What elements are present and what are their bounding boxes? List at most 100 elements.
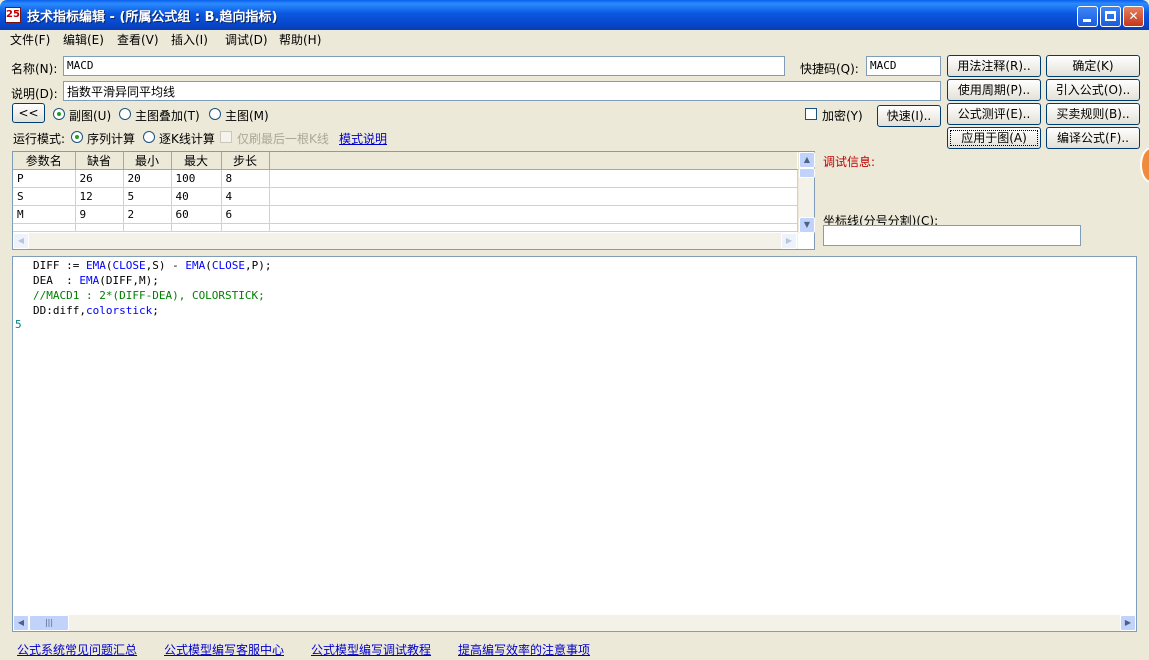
radio-per-bar-calc[interactable]	[143, 131, 155, 143]
menu-view[interactable]: 查看(V)	[117, 31, 159, 48]
footer-link-debug-tutorial[interactable]: 公式模型编写调试教程	[311, 641, 431, 658]
close-button[interactable]: ✕	[1123, 6, 1144, 27]
menu-insert[interactable]: 插入(I)	[171, 31, 208, 48]
editor-horizontal-scrollbar[interactable]: ◀ ||| ▶	[13, 615, 1136, 631]
mode-description-link[interactable]: 模式说明	[339, 130, 387, 147]
scroll-thumb[interactable]: |||	[29, 615, 69, 631]
table-cell[interactable]: M	[13, 205, 76, 224]
side-float-icon[interactable]	[1140, 147, 1149, 183]
usage-notes-button[interactable]: 用法注释(R)..	[947, 55, 1041, 77]
debug-info-label: 调试信息:	[823, 155, 876, 169]
radio-main-overlay-label[interactable]: 主图叠加(T)	[135, 107, 200, 124]
column-header-min[interactable]: 最小	[123, 152, 172, 170]
code-token: CLOSE	[112, 259, 146, 272]
column-header-step[interactable]: 步长	[221, 152, 270, 170]
code-line[interactable]: DIFF := EMA(CLOSE,S) - EMA(CLOSE,P);	[33, 258, 271, 273]
radio-subchart-label[interactable]: 副图(U)	[69, 107, 111, 124]
menu-debug[interactable]: 调试(D)	[225, 31, 268, 48]
table-cell[interactable]: P	[13, 169, 76, 188]
trade-rules-button[interactable]: 买卖规则(B)..	[1046, 103, 1140, 125]
collapse-button[interactable]: <<	[12, 103, 45, 123]
table-cell[interactable]: 9	[75, 205, 124, 224]
column-header-name[interactable]: 参数名	[13, 152, 76, 170]
table-row[interactable]: S 12 5 40 4	[13, 187, 798, 206]
table-horizontal-scrollbar[interactable]: ◀ ▶	[13, 233, 798, 249]
column-header-default[interactable]: 缺省	[75, 152, 124, 170]
radio-sequence-calc-label[interactable]: 序列计算	[87, 130, 135, 147]
encrypt-label[interactable]: 加密(Y)	[822, 107, 863, 124]
table-cell[interactable]: 60	[171, 205, 222, 224]
column-header-max[interactable]: 最大	[171, 152, 222, 170]
code-line[interactable]: //MACD1 : 2*(DIFF-DEA), COLORSTICK;	[33, 288, 265, 303]
table-cell	[221, 223, 270, 232]
table-cell	[269, 205, 798, 224]
radio-subchart[interactable]	[53, 108, 65, 120]
table-row[interactable]: P 26 20 100 8	[13, 169, 798, 188]
ok-button[interactable]: 确定(K)	[1046, 55, 1140, 77]
table-cell[interactable]: 6	[221, 205, 270, 224]
last-bar-only-checkbox	[220, 131, 232, 143]
import-formula-button[interactable]: 引入公式(O)..	[1046, 79, 1140, 101]
description-input[interactable]: 指数平滑异同平均线	[63, 81, 941, 101]
code-token: ,S) -	[145, 259, 186, 272]
table-vertical-scrollbar[interactable]: ▲ ▼	[798, 152, 815, 233]
radio-per-bar-calc-label[interactable]: 逐K线计算	[159, 130, 215, 147]
footer-link-faq[interactable]: 公式系统常见问题汇总	[17, 641, 137, 658]
maximize-button[interactable]	[1100, 6, 1121, 27]
radio-sequence-calc[interactable]	[71, 131, 83, 143]
apply-to-chart-button[interactable]: 应用于图(A)	[947, 127, 1041, 149]
table-cell[interactable]: 12	[75, 187, 124, 206]
table-cell	[75, 223, 124, 232]
scroll-thumb[interactable]	[799, 168, 815, 178]
code-line[interactable]: DEA : EMA(DIFF,M);	[33, 273, 159, 288]
maximize-icon	[1105, 11, 1116, 21]
scroll-left-icon[interactable]: ◀	[13, 615, 29, 631]
radio-main-chart-label[interactable]: 主图(M)	[225, 107, 269, 124]
editor-gutter	[13, 257, 33, 615]
table-cell[interactable]: 2	[123, 205, 172, 224]
coordinate-lines-input[interactable]	[823, 225, 1081, 246]
table-cell[interactable]: 26	[75, 169, 124, 188]
code-token: ,P);	[244, 259, 272, 272]
scroll-right-icon[interactable]: ▶	[781, 233, 797, 249]
hotkey-input[interactable]: MACD	[866, 56, 941, 76]
formula-evaluate-button[interactable]: 公式测评(E)..	[947, 103, 1041, 125]
compile-formula-button[interactable]: 编译公式(F)..	[1046, 127, 1140, 149]
radio-main-chart[interactable]	[209, 108, 221, 120]
table-cell[interactable]: 40	[171, 187, 222, 206]
table-row[interactable]	[13, 223, 798, 232]
menu-edit[interactable]: 编辑(E)	[63, 31, 104, 48]
table-cell	[269, 187, 798, 206]
usage-period-button[interactable]: 使用周期(P)..	[947, 79, 1041, 101]
footer-link-efficiency-tips[interactable]: 提高编写效率的注意事项	[458, 641, 590, 658]
encrypt-checkbox[interactable]	[805, 108, 817, 120]
menu-help[interactable]: 帮助(H)	[279, 31, 321, 48]
scroll-down-icon[interactable]: ▼	[799, 217, 815, 233]
table-cell[interactable]: S	[13, 187, 76, 206]
code-token: ;	[152, 304, 159, 317]
scroll-left-icon[interactable]: ◀	[13, 233, 29, 249]
table-cell[interactable]: 4	[221, 187, 270, 206]
radio-main-overlay[interactable]	[119, 108, 131, 120]
table-cell[interactable]: 100	[171, 169, 222, 188]
last-bar-only-label: 仅刷最后一根K线	[237, 132, 329, 146]
code-token: (DIFF,M);	[99, 274, 159, 287]
run-mode-label: 运行模式:	[13, 132, 66, 146]
code-token: DD:diff,	[33, 304, 86, 317]
quick-button[interactable]: 快速(I)..	[877, 105, 941, 127]
footer-link-support-center[interactable]: 公式模型编写客服中心	[164, 641, 284, 658]
code-line[interactable]: DD:diff,colorstick;	[33, 303, 159, 318]
scroll-up-icon[interactable]: ▲	[799, 152, 815, 168]
code-token: colorstick	[85, 304, 153, 317]
minimize-button[interactable]	[1077, 6, 1098, 27]
table-cell[interactable]: 8	[221, 169, 270, 188]
code-editor[interactable]	[12, 256, 1137, 632]
table-cell[interactable]: 5	[123, 187, 172, 206]
table-row[interactable]: M 9 2 60 6	[13, 205, 798, 224]
menu-file[interactable]: 文件(F)	[10, 31, 50, 48]
code-token: (	[205, 259, 212, 272]
column-header-filler	[269, 152, 797, 170]
table-cell[interactable]: 20	[123, 169, 172, 188]
name-input[interactable]: MACD	[63, 56, 785, 76]
scroll-right-icon[interactable]: ▶	[1120, 615, 1136, 631]
